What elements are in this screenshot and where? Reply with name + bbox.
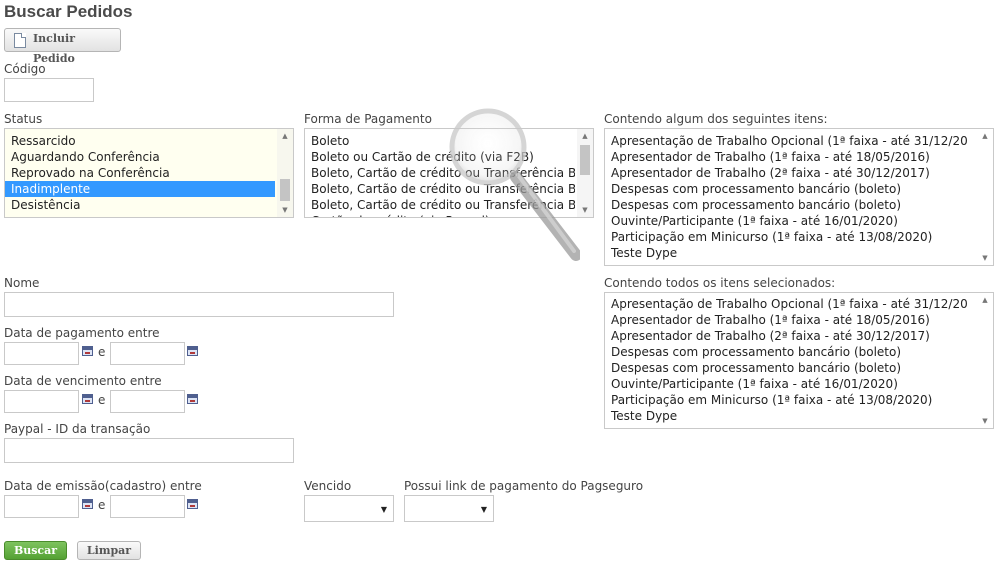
list-option[interactable]: Boleto, Cartão de crédito ou Transferênc…: [305, 181, 575, 197]
list-option[interactable]: Boleto ou Cartão de crédito (via F2B): [305, 149, 575, 165]
todos-itens-listbox[interactable]: Apresentação de Trabalho Opcional (1ª fa…: [604, 292, 994, 429]
scroll-down-icon[interactable]: ▼: [277, 203, 293, 217]
list-option[interactable]: Boleto, Cartão de crédito ou Transferênc…: [305, 165, 575, 181]
list-option[interactable]: Boleto: [305, 133, 575, 149]
data-pagamento-ate-input[interactable]: [110, 342, 185, 365]
incluir-pedido-label: Incluir Pedido: [33, 32, 75, 65]
between-label: e: [98, 393, 106, 407]
list-option[interactable]: Despesas com processamento bancário (bol…: [605, 197, 975, 213]
list-option[interactable]: Boleto, Cartão de crédito ou Transferênc…: [305, 197, 575, 213]
chevron-down-icon: ▼: [480, 505, 487, 514]
scroll-thumb[interactable]: [580, 145, 590, 175]
list-option[interactable]: Apresentação de Trabalho Opcional (1ª fa…: [605, 133, 975, 149]
pagseguro-label: Possui link de pagamento do Pagseguro: [404, 479, 644, 493]
between-label: e: [98, 498, 106, 512]
data-vencimento-ate-input[interactable]: [110, 390, 185, 413]
data-emissao-de-input[interactable]: [4, 495, 79, 518]
calendar-icon[interactable]: [82, 499, 93, 509]
list-option[interactable]: Apresentador de Trabalho (1ª faixa - até…: [605, 149, 975, 165]
calendar-icon[interactable]: [82, 346, 93, 356]
forma-scrollbar[interactable]: ▲ ▼: [577, 129, 593, 217]
list-option[interactable]: Inadimplente: [5, 181, 275, 197]
list-option[interactable]: Ouvinte/Participante (1ª faixa - até 16/…: [605, 213, 975, 229]
document-icon: [14, 33, 26, 48]
algum-itens-label: Contendo algum dos seguintes itens:: [604, 112, 828, 126]
list-option[interactable]: Teste Dype: [605, 245, 975, 261]
nome-input[interactable]: [4, 292, 394, 317]
todos-scrollbar[interactable]: ▲ ▼: [977, 293, 993, 428]
limpar-button[interactable]: Limpar: [77, 541, 141, 560]
list-option[interactable]: Participação em Minicurso (1ª faixa - at…: [605, 392, 975, 408]
paypal-label: Paypal - ID da transação: [4, 422, 151, 436]
forma-pagamento-label: Forma de Pagamento: [304, 112, 432, 126]
list-option[interactable]: Despesas com processamento bancário (bol…: [605, 360, 975, 376]
vencido-select[interactable]: ▼: [304, 495, 394, 522]
list-option[interactable]: Despesas com processamento bancário (bol…: [605, 181, 975, 197]
status-listbox[interactable]: Ressarcido Aguardando Conferência Reprovad…: [4, 128, 294, 218]
list-option[interactable]: Apresentador de Trabalho (1ª faixa - até…: [605, 312, 975, 328]
algum-itens-listbox[interactable]: Apresentação de Trabalho Opcional (1ª fa…: [604, 128, 994, 266]
scroll-up-icon[interactable]: ▲: [977, 129, 993, 143]
list-option[interactable]: Participação em Minicurso (1ª faixa - at…: [605, 229, 975, 245]
list-option[interactable]: Teste Dype: [605, 408, 975, 424]
todos-itens-label: Contendo todos os itens selecionados:: [604, 276, 836, 290]
list-option[interactable]: Apresentador de Trabalho (2ª faixa - até…: [605, 328, 975, 344]
scroll-down-icon[interactable]: ▼: [577, 203, 593, 217]
status-label: Status: [4, 112, 43, 126]
paypal-id-input[interactable]: [4, 438, 294, 463]
codigo-input[interactable]: [4, 78, 94, 102]
calendar-icon[interactable]: [187, 394, 198, 404]
data-vencimento-de-input[interactable]: [4, 390, 79, 413]
calendar-icon[interactable]: [187, 346, 198, 356]
page-title: Buscar Pedidos: [4, 2, 133, 21]
forma-pagamento-listbox[interactable]: Boleto Boleto ou Cartão de crédito (via F…: [304, 128, 594, 218]
data-pagamento-label: Data de pagamento entre: [4, 326, 160, 340]
list-option[interactable]: Despesas com processamento bancário (bol…: [605, 344, 975, 360]
nome-label: Nome: [4, 276, 40, 290]
data-emissao-label: Data de emissão(cadastro) entre: [4, 479, 202, 493]
calendar-icon[interactable]: [187, 499, 198, 509]
list-option[interactable]: Cartão de crédito (via Paypal): [305, 213, 575, 217]
list-option[interactable]: Apresentador de Trabalho (2ª faixa - até…: [605, 165, 975, 181]
vencido-label: Vencido: [304, 479, 352, 493]
data-emissao-ate-input[interactable]: [110, 495, 185, 518]
scroll-up-icon[interactable]: ▲: [577, 129, 593, 143]
codigo-label: Código: [4, 62, 46, 76]
scroll-up-icon[interactable]: ▲: [277, 129, 293, 143]
list-option[interactable]: Aguardando Conferência: [5, 149, 275, 165]
incluir-pedido-button[interactable]: Incluir Pedido: [4, 28, 121, 65]
scroll-down-icon[interactable]: ▼: [977, 251, 993, 265]
buscar-button[interactable]: Buscar: [4, 541, 67, 560]
algum-scrollbar[interactable]: ▲ ▼: [977, 129, 993, 265]
status-scrollbar[interactable]: ▲ ▼: [277, 129, 293, 217]
list-option[interactable]: Ouvinte/Participante (1ª faixa - até 16/…: [605, 376, 975, 392]
data-pagamento-de-input[interactable]: [4, 342, 79, 365]
between-label: e: [98, 345, 106, 359]
calendar-icon[interactable]: [82, 394, 93, 404]
scroll-down-icon[interactable]: ▼: [977, 414, 993, 428]
list-option[interactable]: Desistência: [5, 197, 275, 213]
scroll-up-icon[interactable]: ▲: [977, 293, 993, 307]
pagseguro-select[interactable]: ▼: [404, 495, 494, 522]
chevron-down-icon: ▼: [380, 505, 387, 514]
data-vencimento-label: Data de vencimento entre: [4, 374, 162, 388]
list-option[interactable]: Reprovado na Conferência: [5, 165, 275, 181]
list-option[interactable]: Apresentação de Trabalho Opcional (1ª fa…: [605, 296, 975, 312]
list-option[interactable]: Ressarcido: [5, 133, 275, 149]
scroll-thumb[interactable]: [280, 179, 290, 201]
